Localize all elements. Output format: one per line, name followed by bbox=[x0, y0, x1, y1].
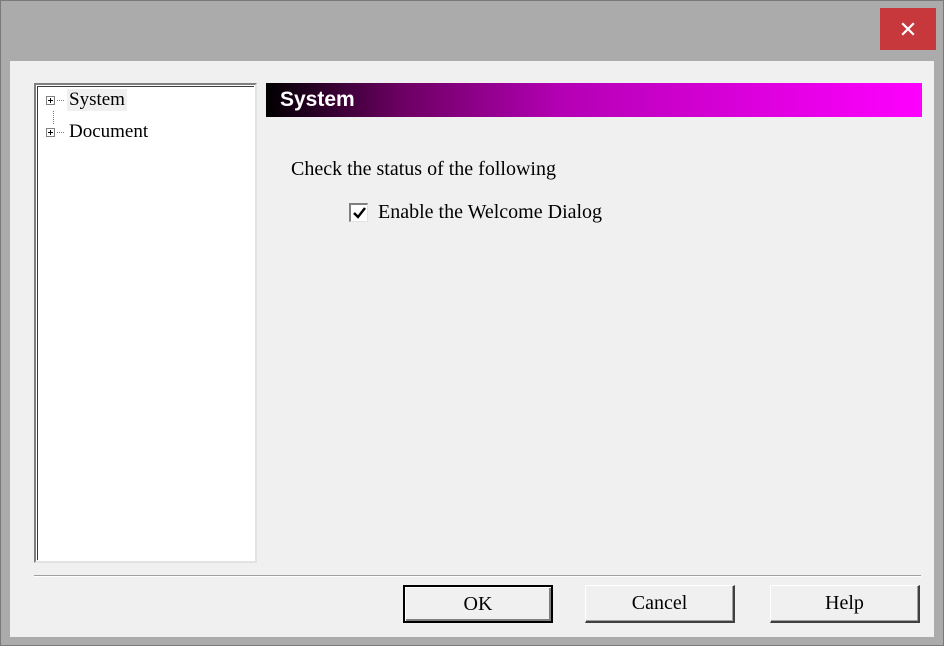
separator bbox=[34, 575, 921, 577]
tree-connector bbox=[57, 131, 65, 133]
checkbox-label: Enable the Welcome Dialog bbox=[378, 201, 603, 223]
tree-item-label: Document bbox=[69, 121, 149, 142]
section-title: System bbox=[280, 88, 355, 111]
instruction-text: Check the status of the following bbox=[291, 158, 556, 180]
tree-item-document[interactable]: Document bbox=[46, 121, 150, 143]
welcome-dialog-checkbox[interactable] bbox=[349, 203, 368, 222]
tree-item-system[interactable]: System bbox=[46, 89, 127, 111]
checkmark-icon bbox=[352, 207, 366, 219]
expand-plus-icon[interactable] bbox=[46, 95, 55, 105]
ok-button[interactable]: OK bbox=[403, 585, 553, 623]
help-button[interactable]: Help bbox=[770, 585, 920, 623]
dialog-window: System Document System Check the status … bbox=[0, 0, 944, 646]
close-icon bbox=[901, 22, 915, 36]
tree-item-label: System bbox=[67, 89, 127, 111]
section-header: System bbox=[266, 83, 922, 117]
category-tree[interactable]: System Document bbox=[34, 83, 257, 563]
title-bar[interactable] bbox=[1, 1, 943, 60]
dialog-client-area: System Document System Check the status … bbox=[10, 61, 934, 637]
tree-inner-border: System Document bbox=[37, 86, 254, 560]
welcome-dialog-checkbox-row[interactable]: Enable the Welcome Dialog bbox=[349, 201, 602, 224]
close-button[interactable] bbox=[880, 8, 936, 50]
cancel-button[interactable]: Cancel bbox=[585, 585, 735, 623]
expand-plus-icon[interactable] bbox=[46, 127, 55, 137]
tree-connector bbox=[57, 99, 65, 101]
